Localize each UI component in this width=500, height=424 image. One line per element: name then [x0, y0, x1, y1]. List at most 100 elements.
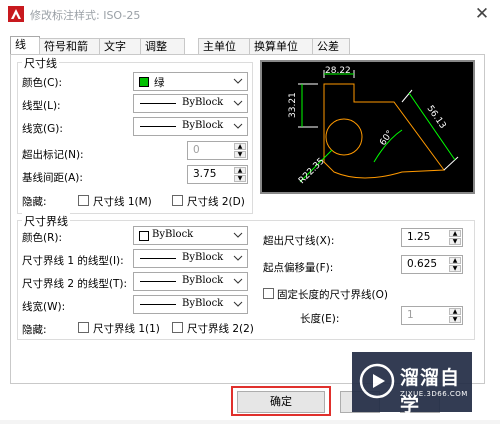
byblock-swatch: [139, 231, 149, 241]
spin-up-icon[interactable]: ▲: [449, 230, 461, 237]
window-bottom-edge: [0, 420, 500, 424]
offset-input[interactable]: 0.625 ▲ ▼: [401, 255, 463, 274]
play-logo-icon: [359, 363, 395, 399]
fixed-length-checkbox[interactable]: [263, 288, 274, 299]
watermark: 溜溜自学 ZIXUE.3D66.COM: [352, 352, 472, 416]
ext-linetype2-select[interactable]: ByBlock: [133, 272, 248, 291]
dim-color-value: 绿: [154, 77, 165, 89]
dim-lineweight-label: 线宽(G):: [22, 123, 63, 135]
preview-dim-angle: 60°: [378, 129, 395, 148]
length-label: 长度(E):: [300, 313, 340, 325]
suppress-ext2-label: 尺寸界线 2(2): [187, 323, 254, 335]
chevron-down-icon: [233, 301, 243, 307]
preview-pane: 28.22 33.21 56.13 60° R22.35: [260, 60, 475, 194]
chevron-down-icon: [233, 255, 243, 261]
dim-color-label: 颜色(C):: [22, 77, 63, 89]
ext-lineweight-value: ByBlock: [182, 298, 224, 309]
extend-ticks-value: 0: [193, 144, 200, 156]
tab-lines[interactable]: 线: [10, 36, 40, 56]
suppress-ext1-label: 尺寸界线 1(1): [93, 323, 160, 335]
dim-linetype-label: 线型(L):: [22, 100, 61, 112]
chevron-down-icon: [233, 78, 243, 84]
spin-up-icon[interactable]: ▲: [234, 167, 246, 174]
ext-lineweight-select[interactable]: ByBlock: [133, 295, 248, 314]
dim-suppress-label: 隐藏:: [22, 196, 47, 208]
tab-symbols-arrows[interactable]: 符号和箭头: [39, 38, 100, 69]
suppress-dim2-checkbox[interactable]: [172, 195, 183, 206]
preview-dim-top: 28.22: [325, 66, 351, 76]
extend-beyond-label: 超出尺寸线(X):: [263, 235, 335, 247]
extend-beyond-value: 1.25: [407, 231, 431, 243]
spin-up-icon[interactable]: ▲: [449, 308, 461, 315]
line-sample: [140, 281, 176, 282]
line-sample: [140, 126, 176, 127]
baseline-spacing-value: 3.75: [193, 168, 217, 180]
autocad-logo-icon: [8, 6, 24, 22]
spin-down-icon[interactable]: ▼: [449, 238, 461, 245]
spinner[interactable]: ▲ ▼: [449, 230, 461, 245]
extend-ticks-label: 超出标记(N):: [22, 149, 84, 161]
tab-strip: 线 符号和箭头 文字 调整 主单位 换算单位 公差: [10, 36, 490, 69]
dim-color-select[interactable]: 绿: [133, 72, 248, 91]
spinner[interactable]: ▲ ▼: [449, 308, 461, 323]
ext-lines-title: 尺寸界线: [22, 213, 70, 229]
baseline-spacing-input[interactable]: 3.75 ▲ ▼: [187, 165, 248, 184]
extend-beyond-input[interactable]: 1.25 ▲ ▼: [401, 228, 463, 247]
ext-color-label: 颜色(R):: [22, 232, 63, 244]
tab-tolerances[interactable]: 公差: [312, 38, 350, 55]
spin-up-icon[interactable]: ▲: [234, 143, 246, 150]
spinner[interactable]: ▲ ▼: [449, 257, 461, 272]
spin-up-icon[interactable]: ▲: [449, 257, 461, 264]
ext-linetype1-label: 尺寸界线 1 的线型(I):: [22, 255, 124, 267]
spinner[interactable]: ▲ ▼: [234, 167, 246, 182]
ext-suppress-label: 隐藏:: [22, 324, 47, 336]
spin-down-icon[interactable]: ▼: [234, 175, 246, 182]
spin-down-icon[interactable]: ▼: [449, 265, 461, 272]
chevron-down-icon: [233, 100, 243, 106]
spin-down-icon[interactable]: ▼: [234, 151, 246, 158]
suppress-dim1-label: 尺寸线 1(M): [93, 196, 152, 208]
preview-dim-right: 56.13: [425, 104, 448, 131]
line-sample: [140, 304, 176, 305]
tab-fit[interactable]: 调整: [140, 38, 185, 55]
ext-linetype1-select[interactable]: ByBlock: [133, 249, 248, 268]
dim-linetype-value: ByBlock: [182, 97, 224, 108]
suppress-dim1-checkbox[interactable]: [78, 195, 89, 206]
tab-alternate-units[interactable]: 换算单位: [249, 38, 313, 55]
dim-lineweight-select[interactable]: ByBlock: [133, 117, 248, 136]
green-swatch: [139, 77, 149, 87]
fixed-length-label: 固定长度的尺寸界线(O): [277, 289, 388, 301]
ext-color-select[interactable]: ByBlock: [133, 226, 248, 245]
offset-label: 起点偏移量(F):: [263, 262, 334, 274]
ext-lineweight-label: 线宽(W):: [22, 301, 66, 313]
chevron-down-icon: [233, 278, 243, 284]
ext-color-value: ByBlock: [152, 229, 194, 240]
length-input[interactable]: 1 ▲ ▼: [401, 306, 463, 325]
dimension-preview: 28.22 33.21 56.13 60° R22.35: [288, 66, 459, 186]
dim-lineweight-value: ByBlock: [182, 120, 224, 131]
ext-linetype2-value: ByBlock: [182, 275, 224, 286]
tab-text[interactable]: 文字: [99, 38, 141, 55]
chevron-down-icon: [233, 232, 243, 238]
preview-dim-radius: R22.35: [297, 156, 327, 186]
close-button[interactable]: ✕: [470, 3, 494, 25]
watermark-sub: ZIXUE.3D66.COM: [400, 390, 468, 398]
spinner[interactable]: ▲ ▼: [234, 143, 246, 158]
suppress-dim2-label: 尺寸线 2(D): [187, 196, 245, 208]
tab-primary-units[interactable]: 主单位: [198, 38, 250, 55]
line-sample: [140, 258, 176, 259]
window-title: 修改标注样式: ISO-25: [30, 9, 141, 22]
line-sample: [140, 103, 176, 104]
chevron-down-icon: [233, 123, 243, 129]
suppress-ext2-checkbox[interactable]: [172, 322, 183, 333]
preview-dim-left: 33.21: [288, 92, 298, 118]
dim-linetype-select[interactable]: ByBlock: [133, 94, 248, 113]
offset-value: 0.625: [407, 258, 438, 270]
extend-ticks-input[interactable]: 0 ▲ ▼: [187, 141, 248, 160]
length-value: 1: [407, 309, 414, 321]
spin-down-icon[interactable]: ▼: [449, 316, 461, 323]
suppress-ext1-checkbox[interactable]: [78, 322, 89, 333]
title-bar: 修改标注样式: ISO-25 ✕: [0, 0, 500, 28]
baseline-spacing-label: 基线间距(A):: [22, 172, 83, 184]
ok-highlight-frame: [231, 386, 331, 416]
